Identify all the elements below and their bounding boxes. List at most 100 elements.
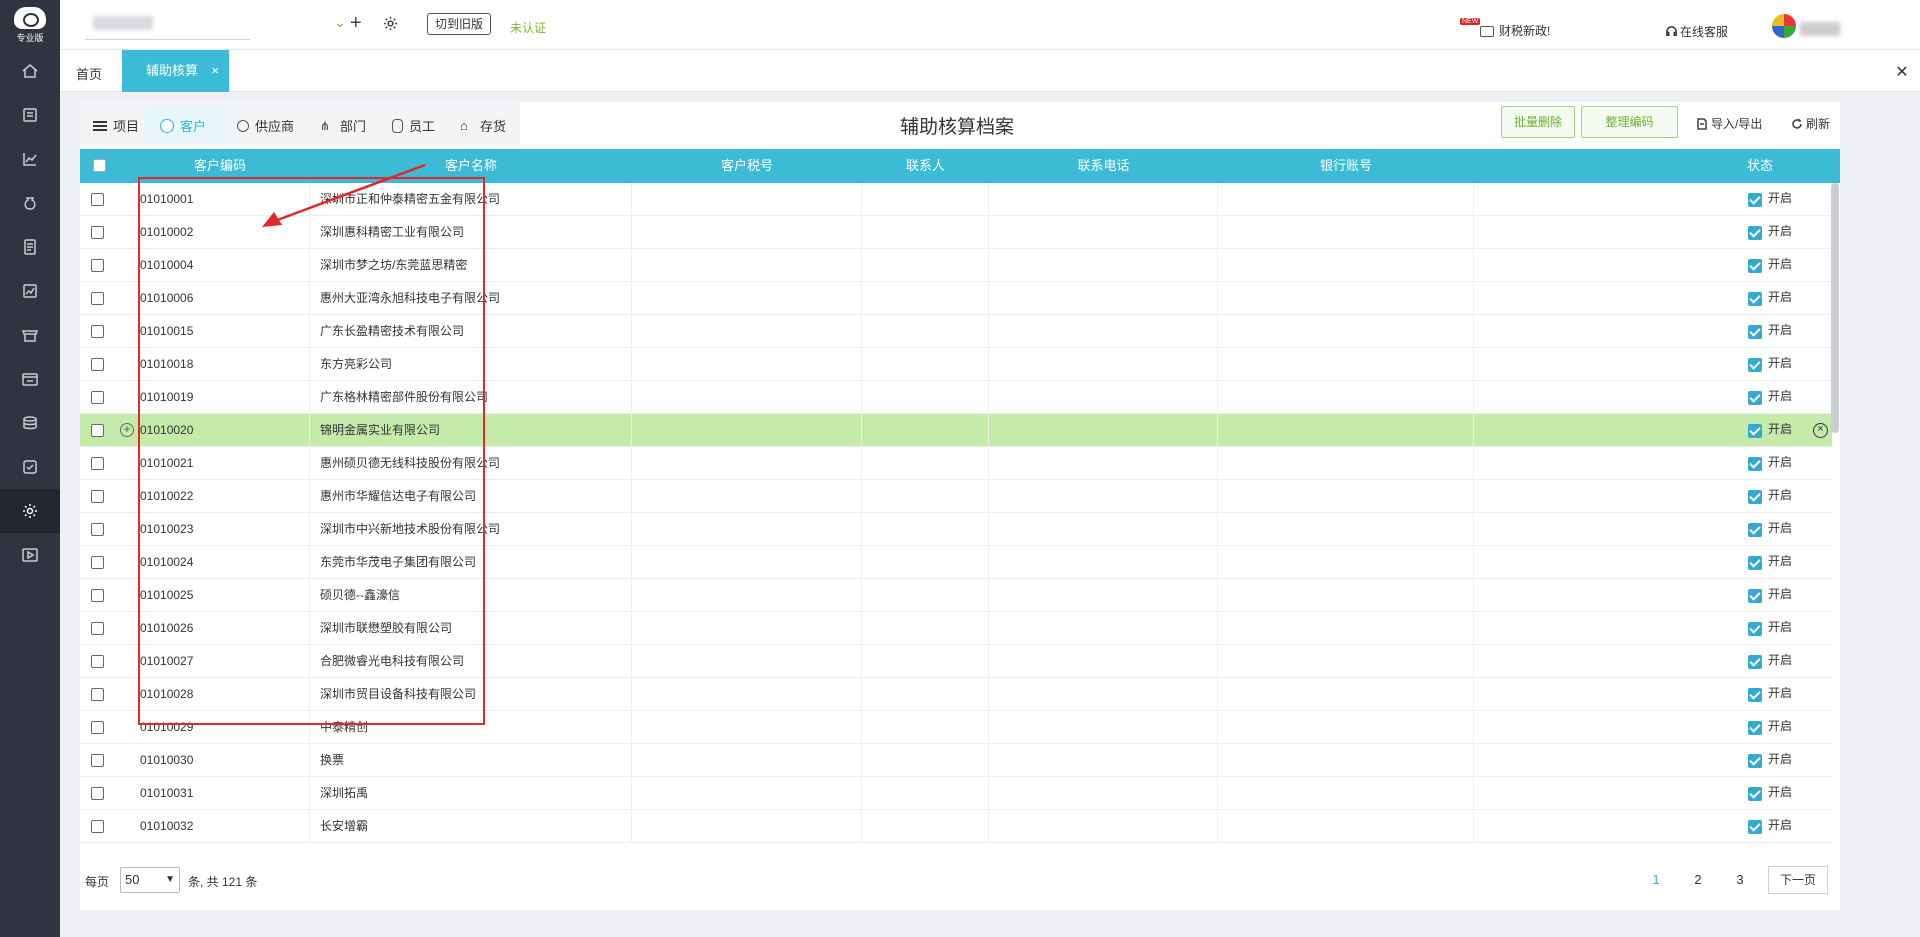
cell-customer-code[interactable]: 01010001	[130, 183, 310, 216]
batch-delete-button[interactable]: 批量删除	[1501, 106, 1575, 138]
page-3[interactable]: 3	[1732, 872, 1748, 887]
sidebar-item-home[interactable]	[0, 49, 60, 93]
gear-icon[interactable]	[382, 15, 399, 35]
sidebar-item-ledger[interactable]	[0, 225, 60, 269]
cell-customer-code[interactable]: 01010029	[130, 711, 310, 744]
cell-phone[interactable]	[989, 480, 1218, 513]
cell-bank-account[interactable]	[1218, 348, 1474, 381]
cell-customer-code[interactable]: 01010020	[130, 414, 310, 447]
cell-customer-name[interactable]: 长安增霸	[310, 810, 632, 843]
cell-tax-number[interactable]	[632, 645, 862, 678]
cell-phone[interactable]	[989, 216, 1218, 249]
online-service-link[interactable]: 在线客服	[1665, 23, 1728, 40]
cell-customer-name[interactable]: 惠州硕贝德无线科技股份有限公司	[310, 447, 632, 480]
cell-customer-code[interactable]: 01010015	[130, 315, 310, 348]
status-checkbox[interactable]	[1748, 490, 1762, 504]
cell-contact[interactable]	[862, 612, 989, 645]
cell-phone[interactable]	[989, 414, 1218, 447]
table-row[interactable]: 01010032 长安增霸 开启	[80, 810, 1832, 843]
col-tax-number[interactable]: 客户税号	[632, 149, 862, 183]
cell-contact[interactable]	[862, 711, 989, 744]
cell-customer-name[interactable]: 合肥微睿光电科技有限公司	[310, 645, 632, 678]
tab-project[interactable]: 项目	[93, 116, 139, 135]
status-checkbox[interactable]	[1748, 787, 1762, 801]
row-checkbox[interactable]	[91, 490, 104, 503]
cell-customer-code[interactable]: 01010004	[130, 249, 310, 282]
row-checkbox[interactable]	[91, 457, 104, 470]
cell-contact[interactable]	[862, 381, 989, 414]
col-bank-account[interactable]: 银行账号	[1218, 149, 1474, 183]
cell-customer-code[interactable]: 01010023	[130, 513, 310, 546]
table-row[interactable]: 01010029 中泰精创 开启	[80, 711, 1832, 744]
cell-bank-account[interactable]	[1218, 579, 1474, 612]
row-checkbox[interactable]	[91, 391, 104, 404]
row-checkbox[interactable]	[91, 292, 104, 305]
add-icon[interactable]: +	[350, 12, 362, 35]
status-checkbox[interactable]	[1748, 622, 1762, 636]
cell-phone[interactable]	[989, 645, 1218, 678]
col-contact[interactable]: 联系人	[862, 149, 989, 183]
col-customer-code[interactable]: 客户编码	[130, 149, 310, 183]
row-checkbox[interactable]	[91, 193, 104, 206]
table-row[interactable]: +01010020 锦明金属实业有限公司 开启 ×	[80, 414, 1832, 447]
cell-phone[interactable]	[989, 282, 1218, 315]
status-checkbox[interactable]	[1748, 820, 1762, 834]
cell-phone[interactable]	[989, 348, 1218, 381]
cell-tax-number[interactable]	[632, 711, 862, 744]
cell-tax-number[interactable]	[632, 777, 862, 810]
switch-old-version-button[interactable]: 切到旧版	[427, 13, 492, 35]
chevron-down-icon[interactable]: ⌄	[334, 14, 346, 31]
sidebar-item-finance[interactable]	[0, 181, 60, 225]
status-checkbox[interactable]	[1748, 754, 1762, 768]
tab-home[interactable]: 首页	[76, 64, 102, 83]
page-2[interactable]: 2	[1690, 872, 1706, 887]
vertical-scrollbar[interactable]	[1831, 183, 1839, 433]
cell-phone[interactable]	[989, 546, 1218, 579]
cell-phone[interactable]	[989, 249, 1218, 282]
row-checkbox[interactable]	[91, 325, 104, 338]
cell-bank-account[interactable]	[1218, 777, 1474, 810]
cell-tax-number[interactable]	[632, 678, 862, 711]
cell-customer-code[interactable]: 01010024	[130, 546, 310, 579]
cell-customer-code[interactable]: 01010006	[130, 282, 310, 315]
cell-bank-account[interactable]	[1218, 744, 1474, 777]
status-checkbox[interactable]	[1748, 358, 1762, 372]
cell-contact[interactable]	[862, 480, 989, 513]
cell-phone[interactable]	[989, 612, 1218, 645]
per-page-select[interactable]: 50 ▼	[120, 867, 180, 893]
cell-phone[interactable]	[989, 678, 1218, 711]
cell-bank-account[interactable]	[1218, 183, 1474, 216]
table-row[interactable]: 01010015 广东长盈精密技术有限公司 开启	[80, 315, 1832, 348]
cell-contact[interactable]	[862, 414, 989, 447]
cell-customer-name[interactable]: 中泰精创	[310, 711, 632, 744]
cell-customer-name[interactable]: 深圳市联懋塑胶有限公司	[310, 612, 632, 645]
cell-tax-number[interactable]	[632, 183, 862, 216]
sidebar-item-chart[interactable]	[0, 137, 60, 181]
cell-customer-name[interactable]: 惠州大亚湾永旭科技电子有限公司	[310, 282, 632, 315]
status-checkbox[interactable]	[1748, 226, 1762, 240]
cell-customer-name[interactable]: 深圳拓禹	[310, 777, 632, 810]
row-checkbox[interactable]	[91, 820, 104, 833]
status-checkbox[interactable]	[1748, 292, 1762, 306]
cell-bank-account[interactable]	[1218, 513, 1474, 546]
table-row[interactable]: 01010019 广东格林精密部件股份有限公司 开启	[80, 381, 1832, 414]
cell-tax-number[interactable]	[632, 810, 862, 843]
row-checkbox[interactable]	[91, 622, 104, 635]
row-checkbox[interactable]	[91, 787, 104, 800]
sidebar-item-store[interactable]	[0, 313, 60, 357]
row-checkbox[interactable]	[91, 589, 104, 602]
cell-customer-name[interactable]: 深圳市中兴新地技术股份有限公司	[310, 513, 632, 546]
cell-customer-name[interactable]: 深圳惠科精密工业有限公司	[310, 216, 632, 249]
table-row[interactable]: 01010006 惠州大亚湾永旭科技电子有限公司 开启	[80, 282, 1832, 315]
status-checkbox[interactable]	[1748, 325, 1762, 339]
next-page-button[interactable]: 下一页	[1768, 866, 1828, 894]
cell-bank-account[interactable]	[1218, 612, 1474, 645]
cell-customer-name[interactable]: 深圳市贸目设备科技有限公司	[310, 678, 632, 711]
cell-tax-number[interactable]	[632, 744, 862, 777]
cell-contact[interactable]	[862, 315, 989, 348]
cell-customer-code[interactable]: 01010018	[130, 348, 310, 381]
cell-contact[interactable]	[862, 744, 989, 777]
cell-tax-number[interactable]	[632, 414, 862, 447]
cell-contact[interactable]	[862, 810, 989, 843]
cell-tax-number[interactable]	[632, 315, 862, 348]
